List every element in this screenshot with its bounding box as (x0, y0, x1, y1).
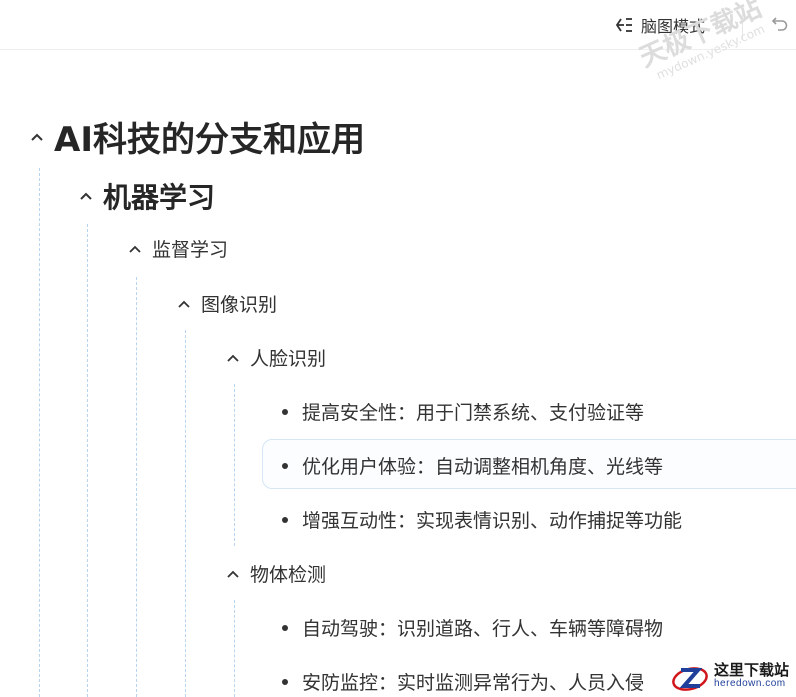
outline-leaf[interactable]: 增强互动性：实现表情识别、动作捕捉等功能 (280, 506, 682, 533)
mindmap-mode-button[interactable]: 脑图模式 (613, 12, 705, 38)
guide-line-branch (87, 224, 88, 697)
outline-node-branch[interactable]: 机器学习 (77, 176, 215, 216)
bullet-dot (282, 462, 288, 469)
node-text: 人脸识别 (250, 348, 327, 370)
outline-node-object[interactable]: 物体检测 (224, 560, 326, 587)
toolbar-divider (742, 10, 743, 40)
outline-leaf[interactable]: 安防监控：实时监测异常行为、人员入侵 (280, 668, 644, 695)
guide-line-sub (136, 277, 137, 697)
outline-leaf[interactable]: 优化用户体验：自动调整相机角度、光线等 (280, 452, 663, 479)
collapse-chevron-icon[interactable] (126, 240, 144, 258)
bullet-dot (282, 678, 288, 685)
guide-line-root (39, 168, 40, 697)
logo-sub-text: heredown.com (714, 678, 786, 690)
bullet-dot (282, 408, 288, 415)
outline-node-root[interactable]: AI科技的分支和应用 (28, 112, 365, 161)
leaf-text: 优化用户体验：自动调整相机角度、光线等 (302, 456, 664, 478)
node-text: 监督学习 (152, 239, 229, 261)
bullet-dot (282, 624, 288, 631)
collapse-chevron-icon[interactable] (77, 187, 95, 205)
undo-icon (770, 13, 792, 33)
node-text: 机器学习 (103, 181, 216, 214)
guide-line-topic (185, 330, 186, 697)
collapse-chevron-icon[interactable] (175, 295, 193, 313)
leaf-text: 自动驾驶：识别道路、行人、车辆等障碍物 (302, 618, 664, 640)
collapse-chevron-icon[interactable] (224, 565, 242, 583)
leaf-text: 增强互动性：实现表情识别、动作捕捉等功能 (302, 510, 683, 532)
guide-line-face (234, 384, 235, 546)
node-text: AI科技的分支和应用 (54, 120, 365, 160)
outline-node-face[interactable]: 人脸识别 (224, 344, 326, 371)
leaf-text: 安防监控：实时监测异常行为、人员入侵 (302, 672, 645, 694)
node-text: 图像识别 (201, 294, 278, 316)
node-text: 物体检测 (250, 564, 327, 586)
bullet-dot (282, 516, 288, 523)
outline-leaf[interactable]: 自动驾驶：识别道路、行人、车辆等障碍物 (280, 614, 663, 641)
leaf-text: 提高安全性：用于门禁系统、支付验证等 (302, 402, 645, 424)
collapse-chevron-icon[interactable] (28, 128, 46, 146)
site-logo-icon (672, 666, 708, 691)
site-logo: 这里下载站 heredown.com (666, 656, 796, 697)
outline-node-sub[interactable]: 监督学习 (126, 235, 228, 262)
mindmap-icon (613, 15, 635, 35)
outline-editor: AI科技的分支和应用 机器学习 监督学习 图像识别 人脸识别 提高安全性：用于门… (0, 50, 796, 697)
guide-line-object (234, 600, 235, 697)
undo-button[interactable] (770, 13, 792, 35)
mindmap-mode-label: 脑图模式 (641, 17, 706, 36)
top-toolbar: 脑图模式 (0, 0, 796, 50)
logo-main-text: 这里下载站 (714, 661, 790, 680)
collapse-chevron-icon[interactable] (224, 349, 242, 367)
outline-leaf[interactable]: 提高安全性：用于门禁系统、支付验证等 (280, 398, 644, 425)
outline-node-topic[interactable]: 图像识别 (175, 290, 277, 317)
